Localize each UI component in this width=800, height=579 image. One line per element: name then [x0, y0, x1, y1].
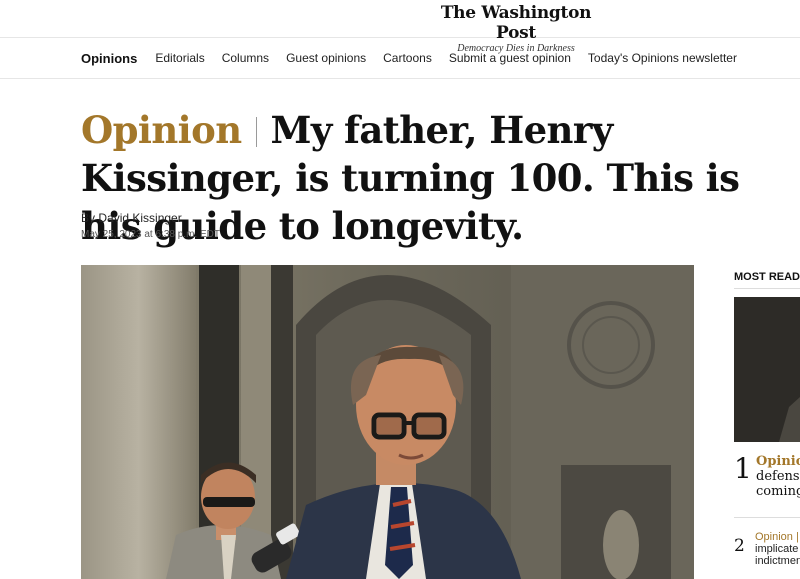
rank-number: 2 — [734, 536, 745, 556]
opinion-kicker[interactable]: Opinion — [81, 108, 242, 152]
most-read-item-1[interactable]: 1 Opinion defense coming — [734, 452, 800, 512]
washington-post-logo[interactable]: The Washington Post Democracy Dies in Da… — [440, 3, 592, 54]
hero-photo — [81, 265, 694, 579]
nav-link-submit-guest-opinion[interactable]: Submit a guest opinion — [449, 51, 571, 65]
nav-link-columns[interactable]: Columns — [222, 51, 269, 65]
byline: By David Kissinger — [81, 211, 182, 225]
rank-number: 1 — [734, 452, 752, 485]
byline-prefix: By — [81, 211, 96, 225]
publish-timestamp: May 25, 2023 at 6:38 p.m. EDT — [81, 229, 220, 240]
rail-item-kicker: Opinion — [756, 454, 800, 469]
masthead: The Washington Post Democracy Dies in Da… — [0, 0, 800, 54]
most-read-heading: MOST READ — [734, 271, 800, 283]
kicker-divider — [255, 117, 257, 147]
rail-divider — [734, 288, 800, 289]
rail-item-line: coming — [756, 484, 800, 499]
nav-link-guest-opinions[interactable]: Guest opinions — [286, 51, 366, 65]
rail-item-line: indictmen — [755, 555, 800, 567]
rail-divider — [734, 517, 800, 518]
most-read-item-2[interactable]: 2 Opinion | implicate indictmen — [734, 528, 800, 579]
nav-link-editorials[interactable]: Editorials — [155, 51, 204, 65]
nav-link-cartoons[interactable]: Cartoons — [383, 51, 432, 65]
logo-wordmark: The Washington Post — [440, 3, 592, 43]
nav-link-opinions-newsletter[interactable]: Today's Opinions newsletter — [588, 51, 737, 65]
rail-item-line: implicate — [755, 543, 799, 555]
section-title-opinions[interactable]: Opinions — [81, 51, 137, 66]
most-read-thumbnail[interactable] — [734, 297, 800, 442]
rail-item-line: defense — [756, 469, 800, 484]
nav-divider — [0, 78, 800, 79]
author-link[interactable]: David Kissinger — [98, 211, 181, 225]
opinions-section-nav: Opinions Editorials Columns Guest opinio… — [81, 48, 754, 68]
rail-item-kicker: Opinion | — [755, 531, 799, 543]
